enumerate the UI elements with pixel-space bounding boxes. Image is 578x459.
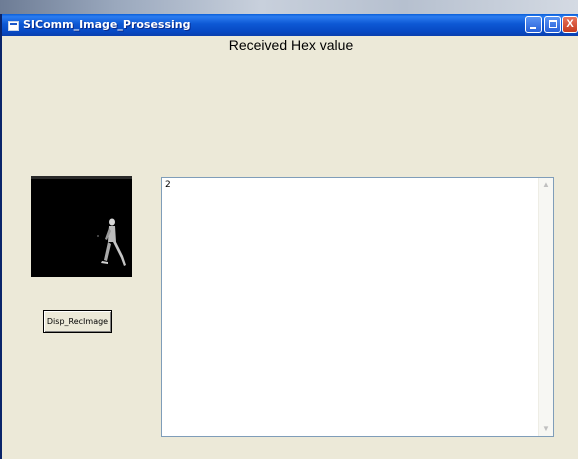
received-image-preview <box>31 176 132 277</box>
maximize-icon <box>549 20 557 28</box>
received-hex-value: 2 <box>165 180 171 190</box>
received-hex-heading: Received Hex value <box>228 37 354 53</box>
display-received-image-button[interactable]: Disp_RecImage <box>43 310 112 333</box>
close-button[interactable]: X <box>562 16 578 33</box>
window-title: SIComm_Image_Prosessing <box>23 18 191 31</box>
maximize-button[interactable] <box>544 16 561 33</box>
title-bar[interactable]: SIComm_Image_Prosessing X <box>2 14 578 36</box>
close-icon: X <box>566 18 574 30</box>
minimize-button[interactable] <box>525 16 542 33</box>
minimize-icon <box>530 27 536 29</box>
chevron-up-icon[interactable]: ▲ <box>541 180 551 190</box>
app-window-icon[interactable] <box>8 21 19 31</box>
chevron-down-icon[interactable]: ▼ <box>541 424 551 434</box>
desktop-background-strip <box>0 0 578 14</box>
walking-person-image <box>31 176 132 277</box>
vertical-scrollbar[interactable]: ▲ ▼ <box>538 178 553 436</box>
received-hex-textarea[interactable]: 2 ▲ ▼ <box>161 177 554 437</box>
app-window: SIComm_Image_Prosessing X Received Hex v… <box>0 14 578 459</box>
